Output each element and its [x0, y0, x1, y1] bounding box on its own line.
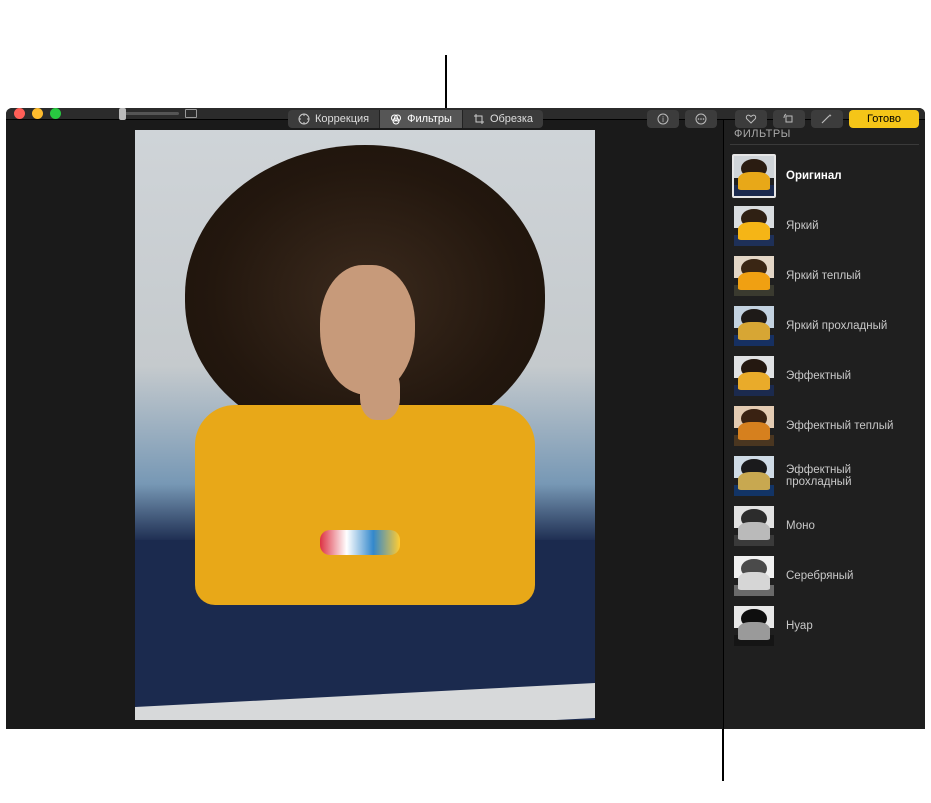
titlebar: Коррекция Фильтры Обрезка i — [6, 108, 925, 120]
filter-item-7[interactable]: Моно — [730, 501, 919, 551]
filter-item-5[interactable]: Эффектный теплый — [730, 401, 919, 451]
done-button[interactable]: Готово — [849, 110, 919, 128]
filter-label: Эффектный — [786, 370, 851, 382]
filter-thumbnail — [732, 154, 776, 198]
filter-thumbnail — [732, 454, 776, 498]
filter-label: Нуар — [786, 620, 813, 632]
filters-icon — [390, 113, 402, 125]
filter-thumbnail — [732, 604, 776, 648]
filter-thumbnail — [732, 354, 776, 398]
callout-line-top — [445, 55, 447, 109]
filter-thumbnail — [732, 554, 776, 598]
filter-label: Моно — [786, 520, 815, 532]
filter-item-4[interactable]: Эффектный — [730, 351, 919, 401]
filter-thumbnail — [732, 304, 776, 348]
more-button[interactable] — [685, 110, 717, 128]
adjust-tab[interactable]: Коррекция — [288, 110, 380, 128]
filter-item-8[interactable]: Серебряный — [730, 551, 919, 601]
fit-to-window-icon — [185, 109, 197, 118]
toolbar-right-group: i Готово — [647, 110, 919, 128]
callout-line-bottom — [722, 727, 724, 781]
edited-photo[interactable] — [135, 130, 595, 720]
zoom-slider[interactable] — [119, 109, 197, 118]
rotate-button[interactable] — [773, 110, 805, 128]
info-button[interactable]: i — [647, 110, 679, 128]
auto-enhance-button[interactable] — [811, 110, 843, 128]
filter-label: Яркий теплый — [786, 270, 861, 282]
adjust-tab-label: Коррекция — [315, 113, 369, 125]
filter-label: Эффектный прохладный — [786, 464, 917, 488]
filters-tab-label: Фильтры — [407, 113, 452, 125]
favorite-button[interactable] — [735, 110, 767, 128]
filters-tab[interactable]: Фильтры — [380, 110, 463, 128]
filter-label: Яркий прохладный — [786, 320, 887, 332]
filter-label: Оригинал — [786, 170, 842, 182]
edit-mode-segmented-control: Коррекция Фильтры Обрезка — [288, 110, 543, 128]
crop-icon — [473, 113, 485, 125]
adjust-icon — [298, 113, 310, 125]
filter-item-1[interactable]: Яркий — [730, 201, 919, 251]
filter-label: Серебряный — [786, 570, 853, 582]
filter-item-9[interactable]: Нуар — [730, 601, 919, 651]
filter-thumbnail — [732, 404, 776, 448]
crop-tab[interactable]: Обрезка — [463, 110, 543, 128]
filter-item-0[interactable]: Оригинал — [730, 151, 919, 201]
done-button-label: Готово — [867, 113, 901, 125]
svg-text:i: i — [662, 115, 664, 124]
filters-sidebar: ФИЛЬТРЫ Оригинал Яркий Яркий теплый Яркий п… — [723, 120, 925, 729]
photos-edit-window: Коррекция Фильтры Обрезка i — [6, 108, 925, 729]
filter-label: Эффектный теплый — [786, 420, 893, 432]
filter-label: Яркий — [786, 220, 819, 232]
filter-item-6[interactable]: Эффектный прохладный — [730, 451, 919, 501]
minimize-window-button[interactable] — [32, 108, 43, 119]
filter-thumbnail — [732, 504, 776, 548]
close-window-button[interactable] — [14, 108, 25, 119]
filters-sidebar-title: ФИЛЬТРЫ — [730, 126, 919, 145]
window-controls — [14, 108, 61, 119]
content-area: ФИЛЬТРЫ Оригинал Яркий Яркий теплый Яркий п… — [6, 120, 925, 729]
filter-item-2[interactable]: Яркий теплый — [730, 251, 919, 301]
filter-list: Оригинал Яркий Яркий теплый Яркий прохладны… — [730, 151, 919, 651]
filter-item-3[interactable]: Яркий прохладный — [730, 301, 919, 351]
filter-thumbnail — [732, 204, 776, 248]
filter-thumbnail — [732, 254, 776, 298]
photo-canvas-area — [6, 120, 723, 729]
crop-tab-label: Обрезка — [490, 113, 533, 125]
fullscreen-window-button[interactable] — [50, 108, 61, 119]
